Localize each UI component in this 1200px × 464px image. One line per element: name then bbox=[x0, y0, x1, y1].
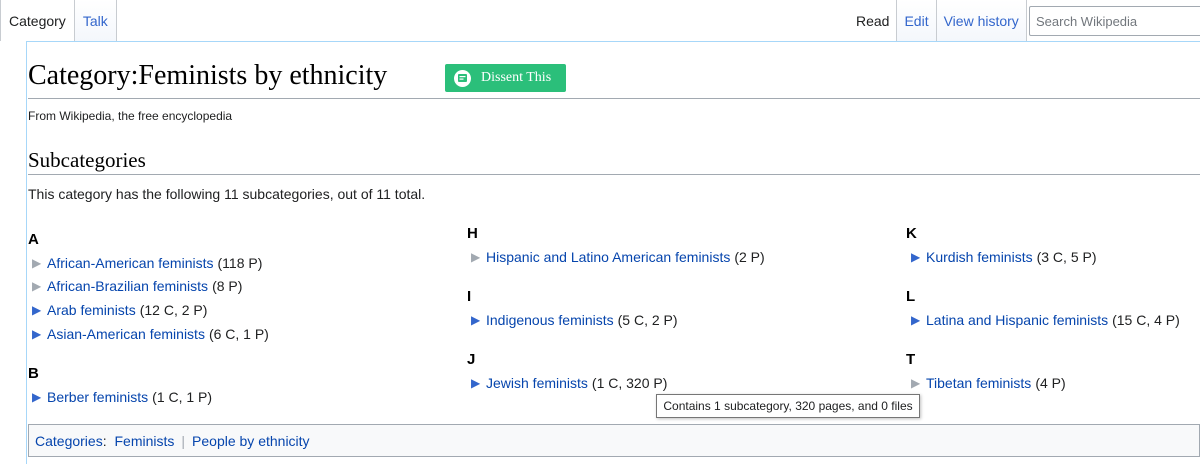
subcategory-link[interactable]: Berber feminists bbox=[47, 389, 148, 405]
triangle-right-icon[interactable]: ▶ bbox=[471, 313, 486, 327]
comment-icon bbox=[454, 69, 471, 87]
hover-tooltip: Contains 1 subcategory, 320 pages, and 0… bbox=[656, 394, 920, 418]
subcategory-count: (5 C, 2 P) bbox=[617, 312, 678, 328]
triangle-right-icon[interactable]: ▶ bbox=[32, 327, 47, 341]
triangle-right-icon: ▶ bbox=[471, 250, 481, 264]
letter-heading: A bbox=[28, 231, 39, 248]
subcategory-link[interactable]: African-Brazilian feminists bbox=[47, 278, 208, 294]
tab-edit[interactable]: Edit bbox=[897, 0, 937, 41]
dissent-this-label: Dissent This bbox=[481, 70, 552, 85]
subcategory-item: ▶ Asian-American feminists (6 C, 1 P) bbox=[32, 326, 269, 342]
subcategory-item: ▶ Latina and Hispanic feminists (15 C, 4 P… bbox=[911, 312, 1180, 328]
title-divider bbox=[28, 98, 1200, 99]
letter-heading: H bbox=[467, 225, 478, 242]
letter-heading: T bbox=[906, 351, 916, 368]
subcategory-item: ▶ Kurdish feminists (3 C, 5 P) bbox=[911, 249, 1097, 265]
tab-category-label: Category bbox=[9, 12, 66, 29]
subcategory-link[interactable]: African-American feminists bbox=[47, 255, 214, 271]
triangle-right-icon[interactable]: ▶ bbox=[471, 376, 486, 390]
category-separator: | bbox=[181, 432, 186, 449]
dissent-this-button[interactable]: Dissent This bbox=[445, 64, 566, 92]
subcategory-item: ▶ Tibetan feminists (4 P) bbox=[911, 375, 1066, 391]
tab-view-history-label: View history bbox=[943, 12, 1019, 29]
triangle-right-icon[interactable]: ▶ bbox=[911, 250, 926, 264]
namespace-tabs: Category Talk bbox=[0, 0, 117, 41]
subcategory-link[interactable]: Hispanic and Latino American feminists bbox=[486, 249, 730, 265]
subcategory-item: ▶ Berber feminists (1 C, 1 P) bbox=[32, 389, 212, 405]
tab-read[interactable]: Read bbox=[849, 0, 898, 41]
category-link-people-by-ethnicity[interactable]: People by ethnicity bbox=[192, 433, 310, 449]
subcategory-count: (4 P) bbox=[1035, 375, 1066, 391]
letter-heading: K bbox=[906, 225, 917, 242]
category-links-bar: Categories: Feminists | People by ethnic… bbox=[28, 424, 1200, 457]
letter-heading: L bbox=[906, 288, 916, 305]
tab-talk[interactable]: Talk bbox=[74, 0, 117, 41]
subcategory-count: (8 P) bbox=[212, 278, 243, 294]
subcategory-link[interactable]: Asian-American feminists bbox=[47, 326, 205, 342]
subcategory-item: ▶ African-Brazilian feminists (8 P) bbox=[32, 278, 242, 294]
site-tagline: From Wikipedia, the free encyclopedia bbox=[28, 109, 233, 123]
subcategory-count: (12 C, 2 P) bbox=[139, 302, 208, 318]
triangle-right-icon[interactable]: ▶ bbox=[911, 313, 926, 327]
subcategory-count: (15 C, 4 P) bbox=[1112, 312, 1180, 328]
content-border-top bbox=[26, 41, 1200, 42]
subcategory-count: (6 C, 1 P) bbox=[208, 326, 269, 342]
tab-read-label: Read bbox=[856, 12, 890, 29]
tab-view-history[interactable]: View history bbox=[936, 0, 1027, 41]
subcategory-link[interactable]: Jewish feminists bbox=[486, 375, 588, 391]
subcategory-count: (3 C, 5 P) bbox=[1036, 249, 1097, 265]
triangle-right-icon: ▶ bbox=[911, 376, 921, 390]
triangle-right-icon: ▶ bbox=[32, 279, 42, 293]
content-border-left bbox=[26, 41, 27, 464]
subcategory-link[interactable]: Tibetan feminists bbox=[926, 375, 1031, 391]
subcategory-link[interactable]: Latina and Hispanic feminists bbox=[926, 312, 1108, 328]
subcategory-item: ▶ African-American feminists (118 P) bbox=[32, 255, 262, 271]
subcategories-heading: Subcategories bbox=[28, 148, 146, 172]
subcategory-count: (2 P) bbox=[734, 249, 765, 265]
letter-heading: J bbox=[467, 351, 476, 368]
subcategories-description: This category has the following 11 subca… bbox=[28, 186, 426, 202]
category-link-feminists[interactable]: Feminists bbox=[114, 433, 174, 449]
letter-heading: I bbox=[467, 288, 472, 305]
page-title: Category:Feminists by ethnicity bbox=[28, 60, 388, 91]
subcategory-item: ▶ Arab feminists (12 C, 2 P) bbox=[32, 302, 207, 318]
triangle-right-icon[interactable]: ▶ bbox=[32, 303, 47, 317]
subcategory-link[interactable]: Arab feminists bbox=[47, 302, 136, 318]
triangle-right-icon: ▶ bbox=[32, 256, 42, 270]
categories-label-link[interactable]: Categories bbox=[35, 433, 103, 449]
tab-edit-label: Edit bbox=[904, 12, 929, 29]
subcategory-count: (118 P) bbox=[217, 255, 263, 271]
letter-heading: B bbox=[28, 365, 39, 382]
subcategory-count: (1 C, 320 P) bbox=[591, 375, 668, 391]
subcategory-item: ▶ Indigenous feminists (5 C, 2 P) bbox=[471, 312, 678, 328]
subcategory-count: (1 C, 1 P) bbox=[152, 389, 213, 405]
search-input[interactable] bbox=[1029, 6, 1200, 36]
subcategory-item: ▶ Jewish feminists (1 C, 320 P) bbox=[471, 375, 667, 391]
subcategory-link[interactable]: Kurdish feminists bbox=[926, 249, 1033, 265]
subcategory-link[interactable]: Indigenous feminists bbox=[486, 312, 614, 328]
view-tabs: Read Edit View history bbox=[849, 0, 1027, 41]
tab-category[interactable]: Category bbox=[0, 0, 75, 41]
categories-colon: : bbox=[102, 432, 111, 449]
tab-talk-label: Talk bbox=[82, 12, 108, 29]
triangle-right-icon[interactable]: ▶ bbox=[32, 390, 47, 404]
section-divider bbox=[28, 174, 1200, 175]
subcategory-item: ▶ Hispanic and Latino American feminists(… bbox=[471, 249, 765, 265]
